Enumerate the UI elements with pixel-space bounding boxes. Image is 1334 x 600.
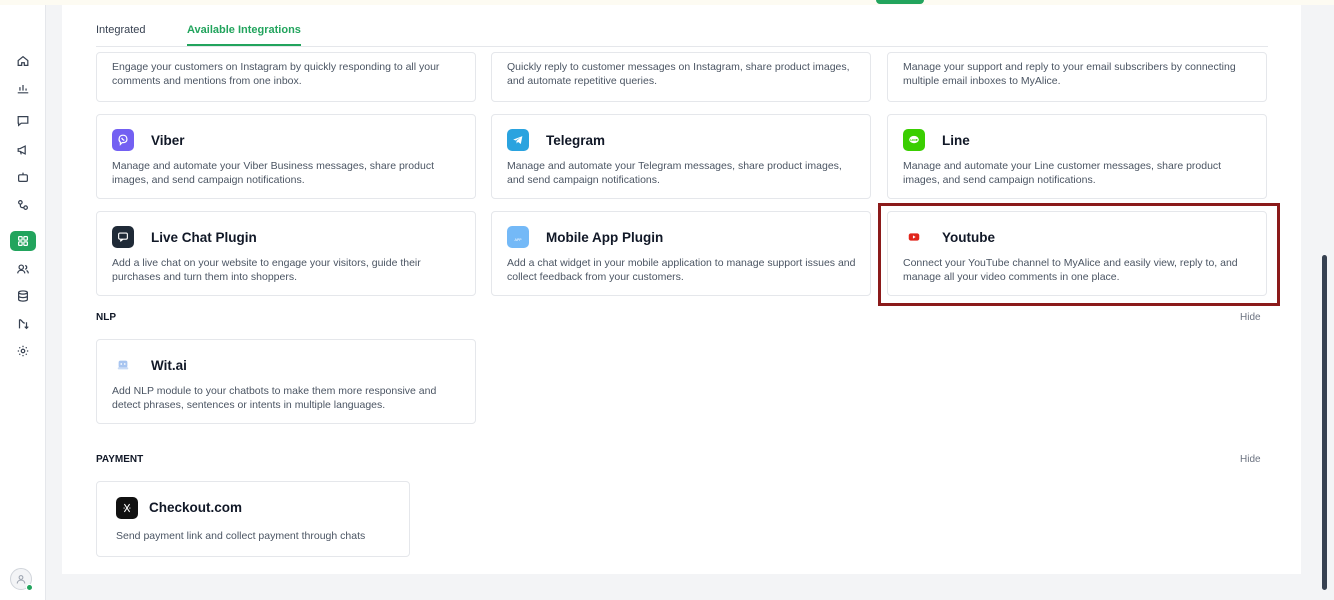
mobile-app-icon: APP	[507, 226, 529, 248]
mobile-app-plugin-card[interactable]: APP Mobile App Plugin Add a chat widget …	[491, 211, 871, 296]
card-title: Wit.ai	[151, 358, 187, 373]
card-description: Engage your customers on Instagram by qu…	[112, 61, 440, 87]
email-card[interactable]: Manage your support and reply to your em…	[887, 52, 1267, 102]
tab-available-label: Available Integrations	[187, 24, 301, 36]
card-title: Checkout.com	[149, 500, 243, 515]
card-description: Manage your support and reply to your em…	[903, 61, 1236, 87]
card-description: Send payment link and collect payment th…	[116, 530, 366, 542]
wit-ai-icon	[112, 354, 134, 376]
mobile-app-icon-text: APP	[515, 238, 523, 242]
youtube-highlight-box	[878, 203, 1280, 306]
inbox-icon[interactable]	[13, 111, 33, 131]
card-description: Add a live chat on your website to engag…	[112, 257, 421, 283]
banner-pill	[876, 0, 924, 4]
checkout-card[interactable]: Checkout.com Send payment link and colle…	[96, 481, 410, 557]
broadcast-icon[interactable]	[13, 140, 33, 160]
card-description: Manage and automate your Line customer m…	[903, 160, 1222, 186]
workflow-icon[interactable]	[13, 195, 33, 215]
card-title: Live Chat Plugin	[151, 230, 257, 245]
settings-icon[interactable]	[13, 341, 33, 361]
live-chat-icon	[112, 226, 134, 248]
online-status-dot	[26, 584, 33, 591]
svg-text:LINE: LINE	[910, 138, 918, 142]
instagram-feed-card[interactable]: Engage your customers on Instagram by qu…	[96, 52, 476, 102]
viber-card[interactable]: Viber Manage and automate your Viber Bus…	[96, 114, 476, 199]
vertical-scrollbar[interactable]	[1322, 255, 1327, 590]
live-chat-plugin-card[interactable]: Live Chat Plugin Add a live chat on your…	[96, 211, 476, 296]
card-description: Add a chat widget in your mobile applica…	[507, 257, 856, 283]
payment-section-label: PAYMENT	[96, 454, 144, 465]
card-title: Mobile App Plugin	[546, 230, 664, 245]
tab-integrated[interactable]: Integrated	[96, 24, 146, 36]
sidebar	[0, 5, 46, 600]
integrations-icon[interactable]	[10, 231, 36, 251]
card-title: Telegram	[546, 133, 606, 148]
instagram-messenger-card[interactable]: Quickly reply to customer messages on In…	[491, 52, 871, 102]
line-icon: LINE	[903, 129, 925, 151]
telegram-card[interactable]: Telegram Manage and automate your Telegr…	[491, 114, 871, 199]
automation-icon[interactable]	[13, 314, 33, 334]
line-card[interactable]: LINE Line Manage and automate your Line …	[887, 114, 1267, 199]
card-title: Viber	[151, 133, 185, 148]
nlp-hide-link[interactable]: Hide	[1240, 312, 1261, 323]
home-icon[interactable]	[13, 51, 33, 71]
user-avatar[interactable]	[10, 568, 33, 591]
checkout-icon	[116, 497, 138, 519]
card-description: Manage and automate your Telegram messag…	[507, 160, 842, 186]
card-description: Quickly reply to customer messages on In…	[507, 61, 850, 87]
nlp-section-label: NLP	[96, 312, 116, 323]
viber-icon	[112, 129, 134, 151]
integration-tabs: Integrated Available Integrations	[96, 5, 1268, 47]
card-title: Line	[942, 133, 970, 148]
data-icon[interactable]	[13, 286, 33, 306]
analytics-icon[interactable]	[13, 78, 33, 98]
card-description: Manage and automate your Viber Business …	[112, 160, 434, 186]
customers-icon[interactable]	[13, 259, 33, 279]
wit-ai-card[interactable]: Wit.ai Add NLP module to your chatbots t…	[96, 339, 476, 424]
bot-icon[interactable]	[13, 167, 33, 187]
active-tab-underline	[187, 44, 301, 46]
card-description: Add NLP module to your chatbots to make …	[112, 385, 437, 411]
payment-hide-link[interactable]: Hide	[1240, 454, 1261, 465]
telegram-icon	[507, 129, 529, 151]
tab-available-integrations[interactable]: Available Integrations	[187, 24, 301, 46]
